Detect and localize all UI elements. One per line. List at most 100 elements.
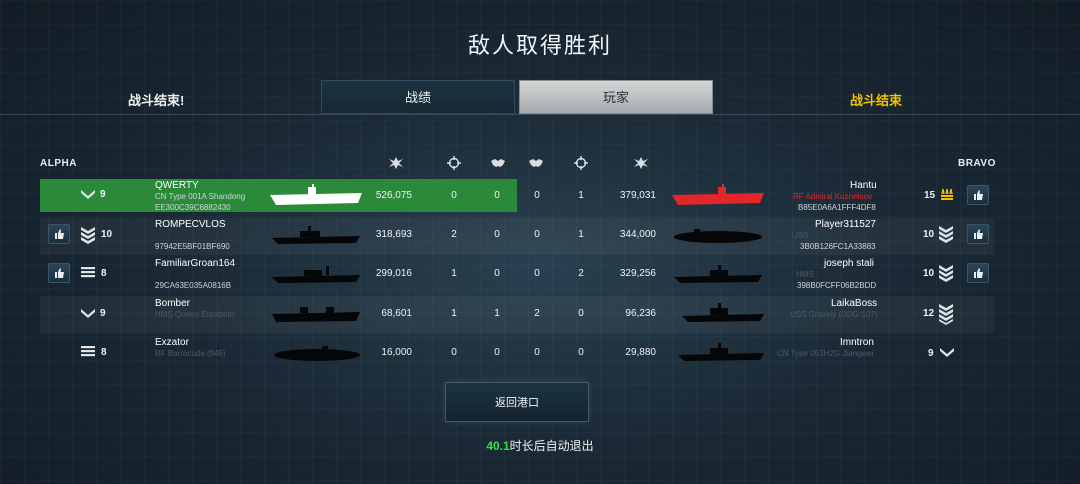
- rank-bars-icon: [80, 345, 96, 359]
- return-to-port-button[interactable]: 返回港口: [445, 382, 589, 422]
- assists-value: 0: [534, 347, 540, 358]
- ship-silhouette: [670, 183, 766, 209]
- rank-chevron-icon: [80, 188, 96, 200]
- kills-value: 1: [451, 308, 457, 319]
- rank-chevron-icon: [938, 303, 954, 325]
- player-level: 9: [928, 348, 934, 359]
- player-name[interactable]: FamiliarGroan164: [155, 258, 235, 269]
- ship-silhouette: [672, 263, 764, 285]
- assists-value: 0: [494, 190, 500, 201]
- ship-silhouette: [672, 226, 764, 246]
- player-name[interactable]: LaikaBoss: [831, 298, 877, 309]
- damage-value: 329,256: [619, 268, 656, 279]
- rank-chevron-icon: [939, 346, 955, 358]
- kills-value: 1: [578, 190, 584, 201]
- thumbs-up-icon: [973, 268, 983, 278]
- player-id: EE300C39C6882430: [155, 203, 231, 212]
- damage-value: 379,031: [619, 190, 656, 201]
- like-button[interactable]: [48, 263, 70, 283]
- player-id: 97942E5BF01BF690: [155, 242, 230, 251]
- assists-value: 0: [494, 229, 500, 240]
- damage-value: 344,000: [619, 229, 656, 240]
- thumbs-up-icon: [54, 268, 64, 278]
- damage-icon: [388, 156, 404, 170]
- player-name[interactable]: QWERTY: [155, 180, 199, 191]
- handshake-icon: [490, 156, 506, 170]
- ship-silhouette: [270, 224, 362, 246]
- assists-value: 1: [494, 308, 500, 319]
- player-name[interactable]: Exzator: [155, 337, 189, 348]
- tab-players[interactable]: 玩家: [519, 80, 713, 114]
- player-id: 3B0B126FC1A33883: [800, 242, 876, 251]
- player-name[interactable]: Player311527: [815, 219, 876, 230]
- kills-value: 0: [578, 308, 584, 319]
- ship-name: CN Type 053H2G Jiangwei: [777, 349, 874, 358]
- ship-name: CN Type 001A Shandong: [155, 192, 246, 201]
- ship-silhouette: [268, 183, 364, 209]
- ship-name: HMS: [796, 270, 814, 279]
- team-bravo-label: BRAVO: [958, 158, 996, 169]
- player-level: 12: [923, 308, 935, 319]
- kills-value: 2: [578, 268, 584, 279]
- player-name[interactable]: ROMPECVLOS: [155, 219, 226, 230]
- rank-chevron-icon: [938, 264, 954, 282]
- like-button[interactable]: [967, 185, 989, 205]
- countdown-value: 40.1: [486, 439, 510, 453]
- player-name[interactable]: Hantu: [850, 180, 877, 191]
- player-id: 398B0FCFF06B2BDD: [797, 281, 877, 290]
- kills-value: 2: [451, 229, 457, 240]
- player-name[interactable]: Bomber: [155, 298, 190, 309]
- kills-value: 1: [578, 229, 584, 240]
- player-name[interactable]: Imntron: [840, 337, 874, 348]
- auto-exit-text: 40.1时长后自动退出: [0, 437, 1080, 454]
- kills-value: 0: [578, 347, 584, 358]
- damage-value: 318,693: [375, 229, 412, 240]
- damage-value: 68,601: [381, 308, 412, 319]
- ship-name: USS Gravely (DDG-107): [790, 310, 878, 319]
- bravo-battle-status: 战斗结束: [850, 93, 903, 108]
- alpha-battle-status: 战斗结束!: [128, 93, 185, 108]
- like-button[interactable]: [48, 224, 70, 244]
- player-level: 15: [924, 190, 936, 201]
- player-id: 29CA63E035A0816B: [155, 281, 232, 290]
- crosshair-icon: [573, 156, 589, 170]
- player-level: 9: [100, 189, 106, 200]
- damage-value: 299,016: [375, 268, 412, 279]
- player-level: 8: [101, 268, 107, 279]
- ship-silhouette: [270, 263, 362, 285]
- rank-bars-icon: [940, 187, 954, 201]
- rank-bars-icon: [80, 266, 96, 280]
- thumbs-up-icon: [54, 229, 64, 239]
- like-button[interactable]: [967, 263, 989, 283]
- ship-silhouette: [676, 341, 766, 363]
- rank-chevron-icon: [80, 226, 96, 244]
- kills-value: 1: [451, 268, 457, 279]
- assists-value: 0: [494, 268, 500, 279]
- assists-value: 0: [534, 190, 540, 201]
- like-button[interactable]: [967, 224, 989, 244]
- tab-stats[interactable]: 战绩: [321, 80, 515, 114]
- ship-name: RF Admiral Kuznetsov: [793, 192, 873, 201]
- ship-silhouette: [680, 302, 766, 324]
- damage-icon: [633, 156, 649, 170]
- player-level: 8: [101, 347, 107, 358]
- damage-value: 29,880: [625, 347, 656, 358]
- thumbs-up-icon: [973, 190, 983, 200]
- assists-value: 0: [534, 268, 540, 279]
- assists-value: 2: [534, 308, 540, 319]
- thumbs-up-icon: [973, 229, 983, 239]
- result-title: 敌人取得胜利: [467, 33, 612, 58]
- ship-silhouette: [272, 343, 362, 363]
- ship-name: USS: [792, 231, 809, 240]
- kills-value: 0: [451, 190, 457, 201]
- player-name[interactable]: joseph stali: [824, 258, 874, 269]
- damage-value: 96,236: [625, 308, 656, 319]
- damage-value: 16,000: [381, 347, 412, 358]
- rank-chevron-icon: [938, 225, 954, 243]
- player-level: 10: [101, 229, 113, 240]
- ship-silhouette: [270, 302, 362, 324]
- header-bar: 战斗结束! 战绩 玩家 战斗结束: [0, 80, 1080, 115]
- player-level: 9: [100, 308, 106, 319]
- player-level: 10: [923, 229, 935, 240]
- player-id: B85E0A6A1FFF4DF8: [798, 203, 876, 212]
